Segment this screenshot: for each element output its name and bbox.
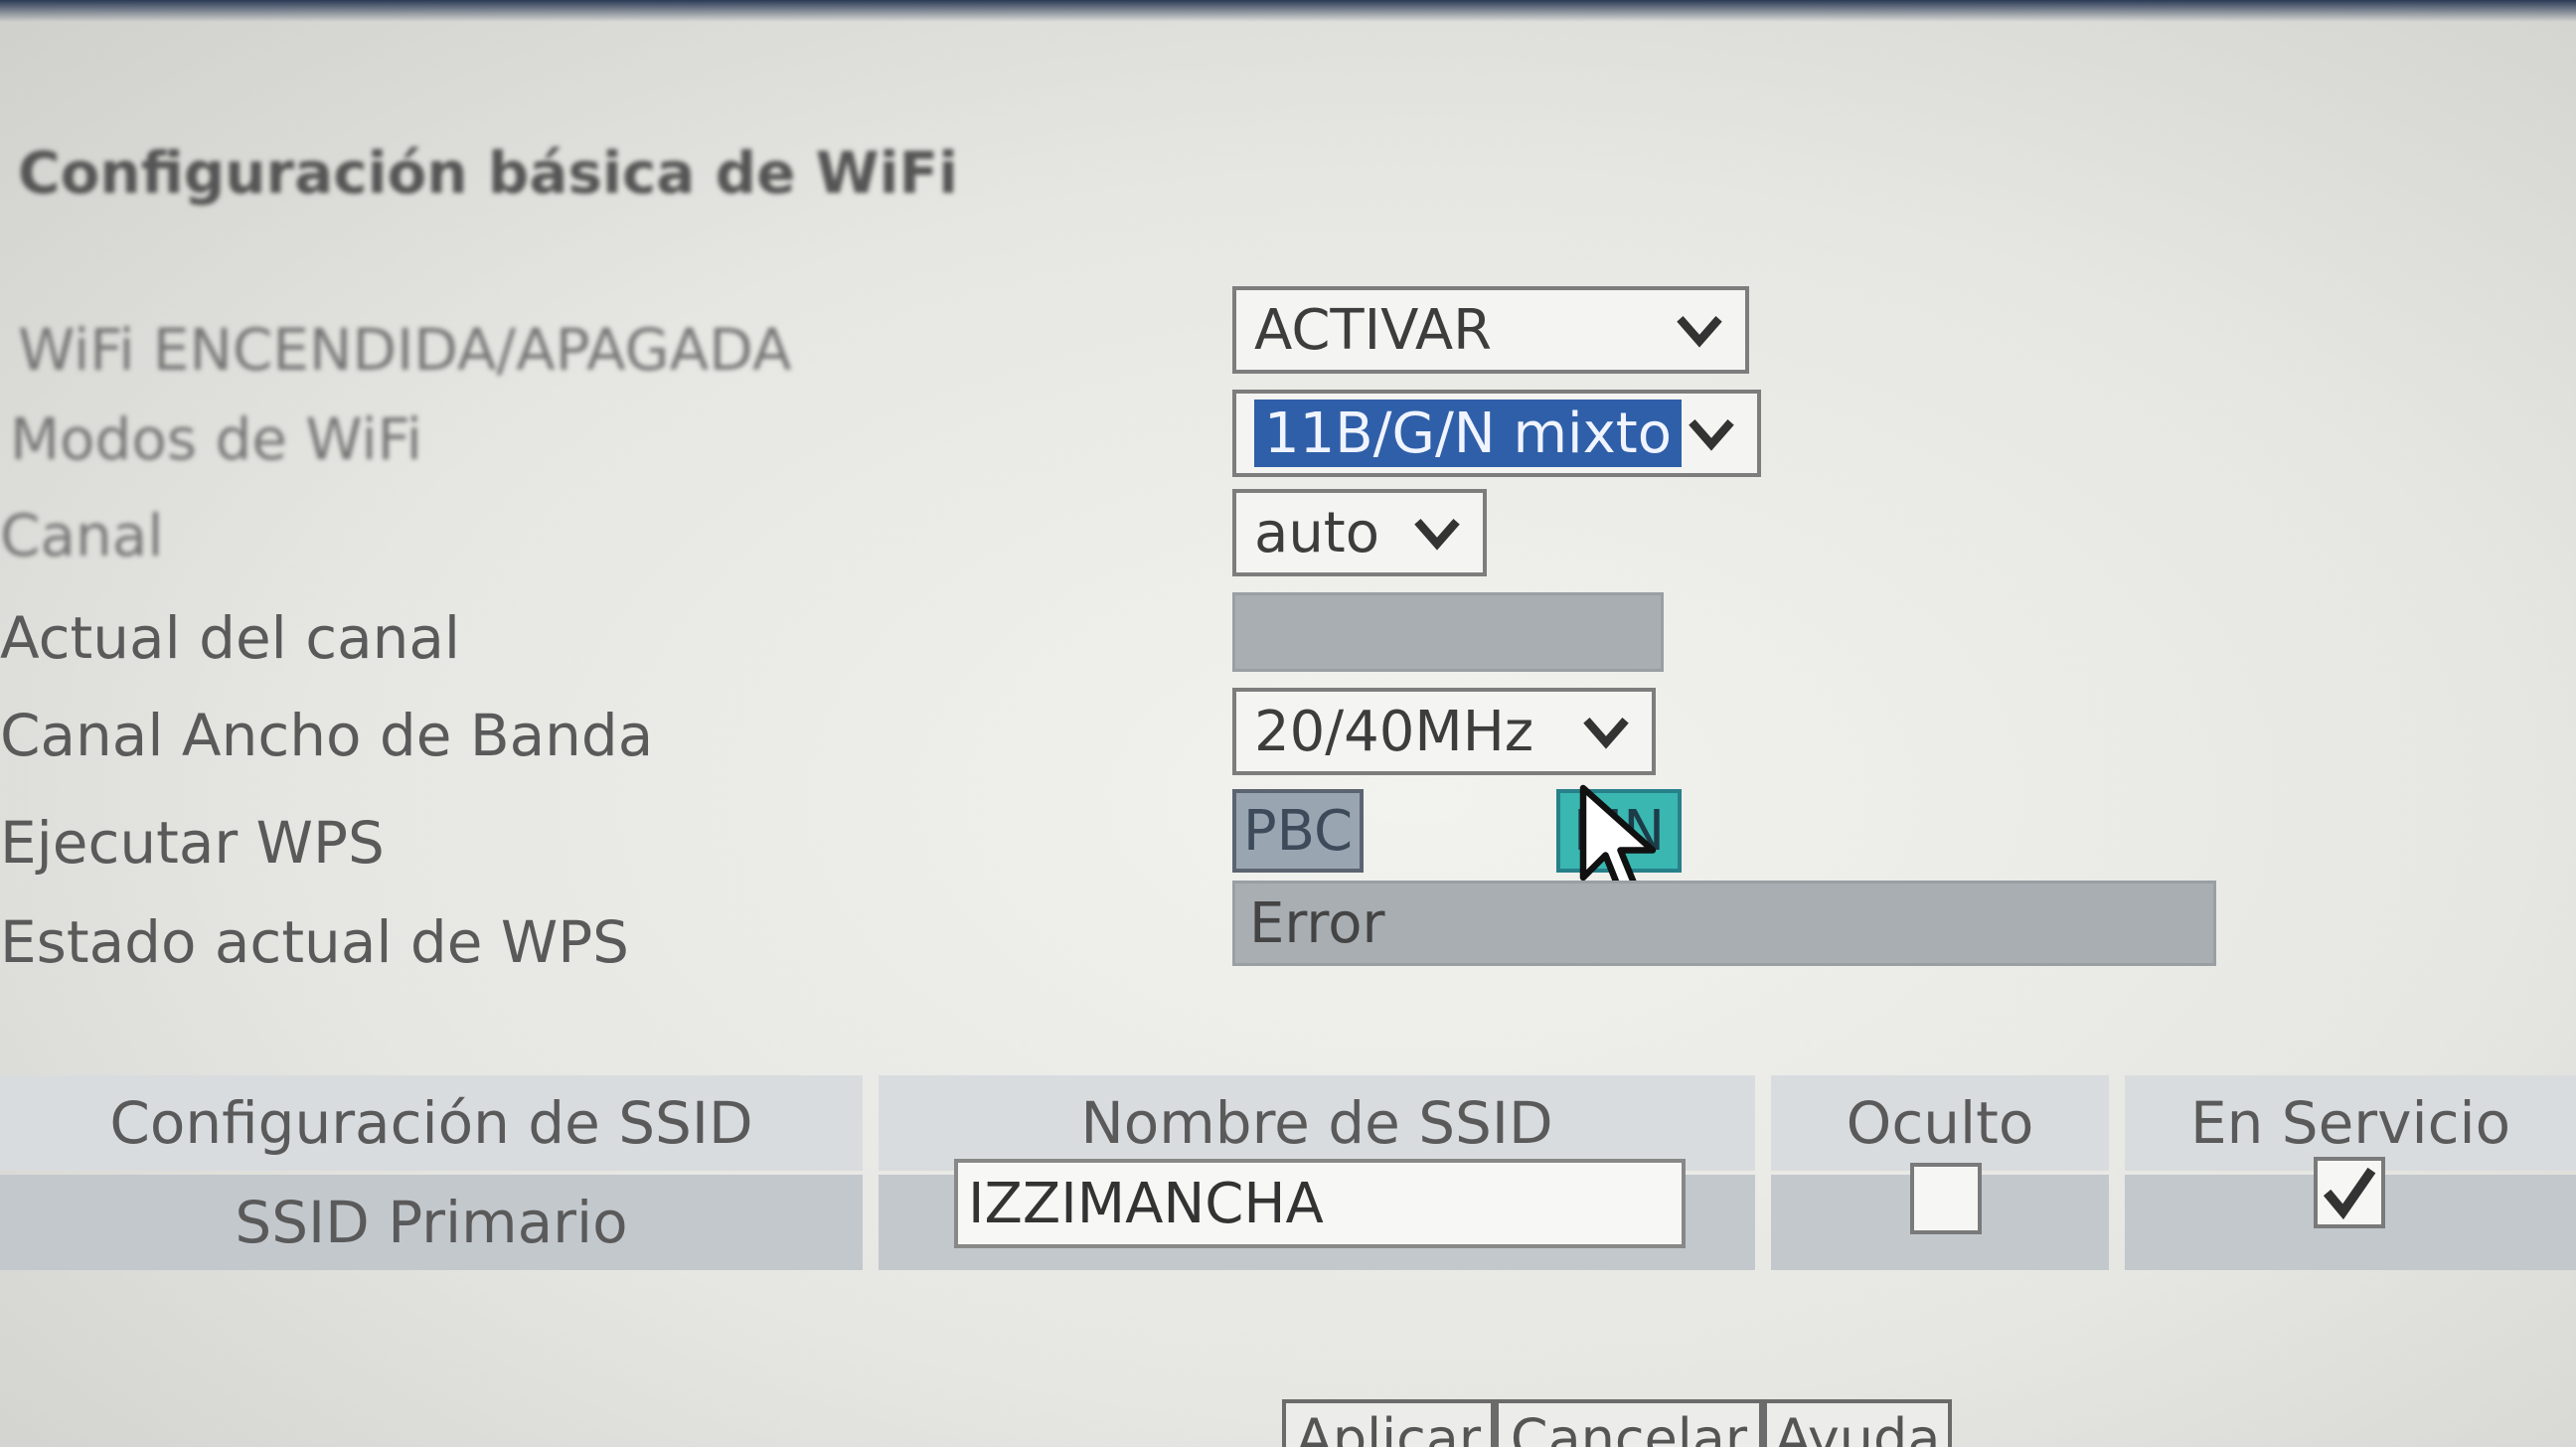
ssid-config-cell: SSID Primario [0, 1175, 863, 1270]
current-channel-label: Actual del canal [0, 604, 461, 672]
chevron-down-icon [1414, 519, 1460, 551]
bandwidth-select[interactable]: 20/40MHz [1232, 688, 1656, 775]
cancel-button[interactable]: Cancelar [1495, 1399, 1763, 1447]
wifi-onoff-select[interactable]: ACTIVAR [1232, 286, 1749, 374]
wifi-mode-select[interactable]: 11B/G/N mixto [1232, 390, 1761, 477]
apply-button[interactable]: Aplicar [1282, 1399, 1495, 1447]
window-top-edge [0, 0, 2576, 22]
checkmark-icon [2323, 1167, 2376, 1220]
channel-value: auto [1254, 500, 1380, 565]
chevron-down-icon [1677, 316, 1722, 348]
wifi-onoff-label: WiFi ENCENDIDA/APAGADA [18, 316, 792, 384]
wifi-mode-value: 11B/G/N mixto [1254, 400, 1682, 467]
wps-pbc-button[interactable]: PBC [1232, 789, 1364, 873]
wifi-onoff-value: ACTIVAR [1254, 297, 1493, 363]
channel-label: Canal [0, 502, 164, 569]
ssid-name-input[interactable]: IZZIMANCHA [954, 1159, 1686, 1248]
column-header-ssid-config: Configuración de SSID [0, 1075, 863, 1171]
in-service-checkbox[interactable] [2314, 1157, 2385, 1228]
wifi-mode-label: Modos de WiFi [10, 405, 422, 473]
chevron-down-icon [1689, 419, 1734, 451]
wps-status-label: Estado actual de WPS [0, 908, 629, 976]
chevron-down-icon [1583, 718, 1629, 749]
wps-status-field: Error [1232, 881, 2216, 966]
bandwidth-label: Canal Ancho de Banda [0, 702, 654, 769]
column-header-hidden: Oculto [1771, 1075, 2109, 1171]
column-header-ssid-name: Nombre de SSID [879, 1075, 1755, 1171]
help-button[interactable]: Ayuda [1763, 1399, 1952, 1447]
bandwidth-value: 20/40MHz [1254, 699, 1534, 764]
channel-select[interactable]: auto [1232, 489, 1487, 576]
current-channel-field [1232, 592, 1664, 672]
wps-run-label: Ejecutar WPS [0, 809, 385, 877]
hidden-checkbox[interactable] [1910, 1163, 1982, 1234]
section-title: Configuración básica de WiFi [18, 139, 959, 207]
